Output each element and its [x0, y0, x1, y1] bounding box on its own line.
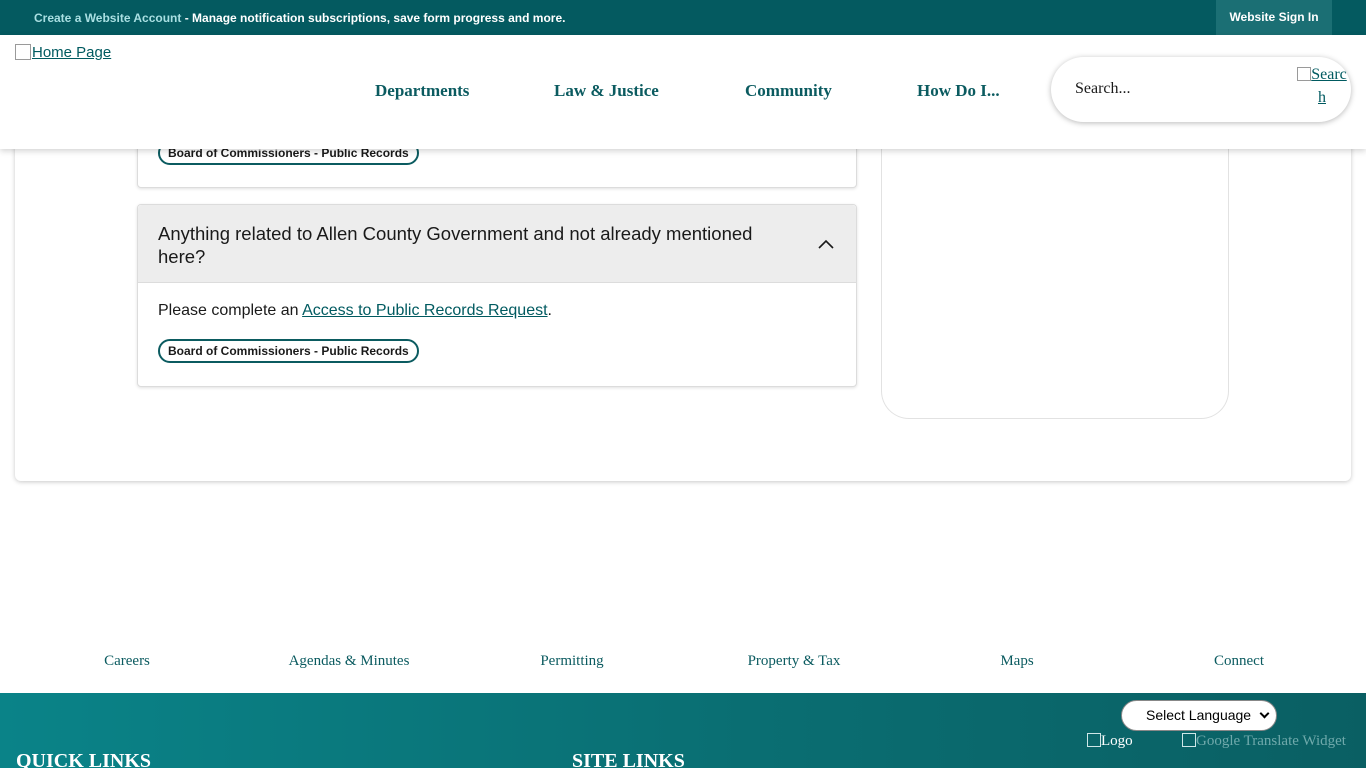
answer-text: Please complete an: [158, 302, 303, 319]
answer-suffix: .: [547, 302, 552, 319]
search-box: Search: [1051, 57, 1351, 122]
nav-law-justice[interactable]: Law & Justice: [554, 81, 659, 101]
quick-nav-agendas-minutes[interactable]: Agendas & Minutes: [289, 653, 410, 670]
site-header: Home Page Departments Law & Justice Comm…: [0, 35, 1366, 149]
quick-nav-maps[interactable]: Maps: [1000, 653, 1033, 670]
quick-links-heading: QUICK LINKS: [16, 750, 152, 768]
chevron-down-icon: [1259, 708, 1270, 719]
logo-alt-text: Home Page: [32, 44, 112, 61]
account-message: Create a Website Account - Manage notifi…: [34, 11, 565, 25]
nav-community[interactable]: Community: [745, 81, 832, 101]
broken-image-icon: [1182, 733, 1196, 747]
faq-answer: Please complete an Access to Public Reco…: [158, 302, 552, 320]
category-tag[interactable]: Board of Commissioners - Public Records: [158, 339, 419, 363]
search-button[interactable]: Search: [1294, 63, 1350, 109]
site-links-heading: SITE LINKS: [572, 750, 685, 768]
broken-image-icon: [1087, 733, 1101, 747]
broken-image-icon: [15, 44, 31, 60]
website-sign-in-button[interactable]: Website Sign In: [1216, 0, 1332, 35]
search-icon: [1297, 67, 1312, 81]
site-footer: QUICK LINKS SITE LINKS Select Language L…: [0, 693, 1366, 768]
faq-question: Anything related to Allen County Governm…: [158, 223, 753, 267]
quick-nav-property-tax[interactable]: Property & Tax: [748, 653, 841, 670]
faq-item: Anything related to Allen County Governm…: [137, 204, 857, 387]
translate-alt: Google Translate Widget: [1196, 733, 1346, 749]
account-message-text: - Manage notification subscriptions, sav…: [181, 11, 566, 25]
search-button-alt: Search: [1311, 66, 1347, 106]
language-select[interactable]: Select Language: [1121, 700, 1277, 731]
create-account-link[interactable]: Create a Website Account: [34, 11, 181, 25]
footer-logo-alt: Logo: [1101, 733, 1133, 749]
search-input[interactable]: [1075, 77, 1275, 101]
public-records-request-link[interactable]: Access to Public Records Request: [302, 302, 547, 319]
utility-bar: Create a Website Account - Manage notifi…: [0, 0, 1366, 35]
nav-how-do-i[interactable]: How Do I...: [917, 81, 1000, 101]
quick-nav-careers[interactable]: Careers: [104, 653, 150, 670]
quick-nav-connect[interactable]: Connect: [1214, 653, 1264, 670]
home-page-logo[interactable]: Home Page: [15, 44, 111, 61]
footer-logo[interactable]: Logo: [1087, 733, 1133, 750]
quick-nav-permitting[interactable]: Permitting: [540, 653, 603, 670]
chevron-up-icon[interactable]: [818, 239, 834, 249]
language-select-label: Select Language: [1146, 707, 1252, 723]
nav-departments[interactable]: Departments: [375, 81, 469, 101]
faq-question-header[interactable]: Anything related to Allen County Governm…: [138, 205, 856, 283]
google-translate-widget[interactable]: Google Translate Widget: [1182, 733, 1346, 750]
